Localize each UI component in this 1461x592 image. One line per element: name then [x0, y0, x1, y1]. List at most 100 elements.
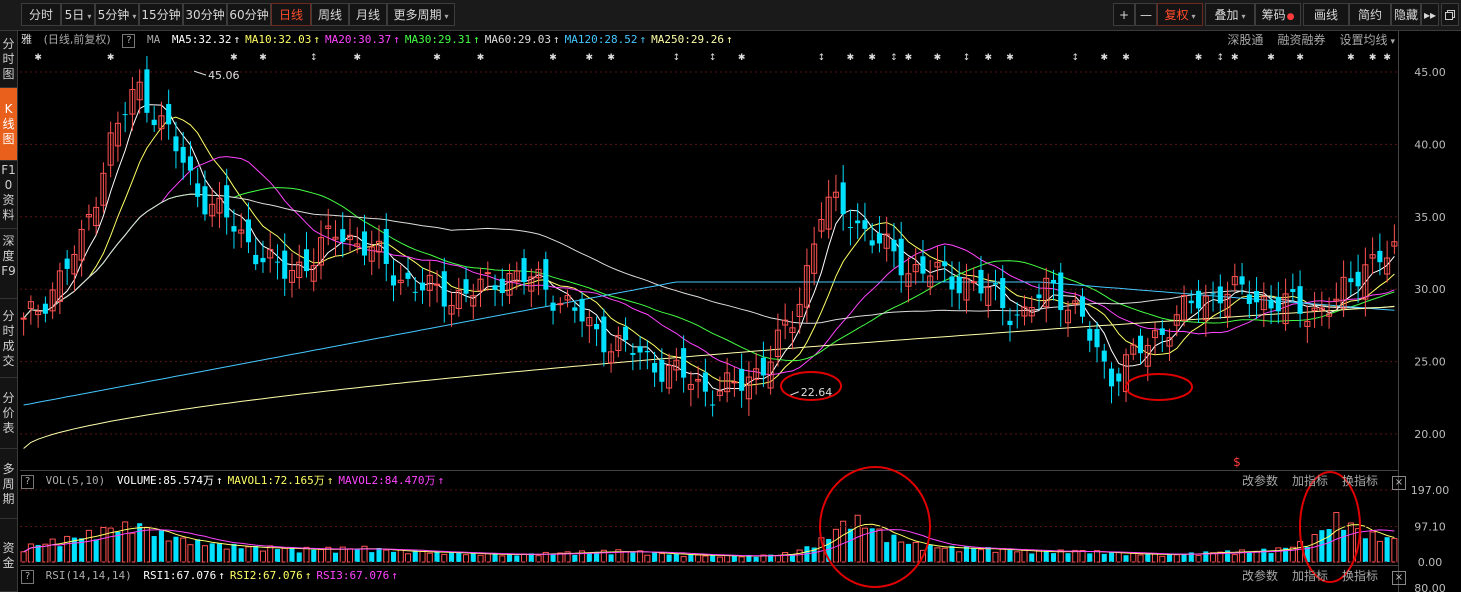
chart-canvas[interactable]: 45.00 40.00 35.00 30.00 25.00 20.00 ✱ ✱ ✱ ✱ ↕ ✱ ✱ ✱ ✱ ✱…	[0, 0, 1461, 592]
candle-body	[594, 323, 600, 330]
period-tab-9[interactable]: 更多周期 ▾	[387, 3, 455, 26]
sidebar-item-4[interactable]: 分时成交	[0, 299, 17, 378]
arrow-up-icon: ↑	[552, 33, 560, 46]
period-tab-7[interactable]: 周线	[311, 3, 349, 26]
candle-body	[42, 303, 48, 314]
indicator-number: 29.26	[690, 33, 724, 46]
restore-window-icon[interactable]	[1441, 3, 1459, 26]
candle-body	[623, 326, 629, 341]
candle-body	[187, 156, 193, 171]
volume-bar	[847, 528, 853, 562]
panel-link[interactable]: 加指标	[1292, 474, 1328, 488]
indicator-number: 30.37	[358, 33, 392, 46]
volume-bar	[796, 549, 803, 563]
help-icon[interactable]: ?	[122, 34, 136, 48]
volume-bar	[1093, 550, 1101, 563]
toolbar-button-7[interactable]: 隐藏	[1391, 3, 1421, 26]
volume-links: 改参数 加指标 换指标 ×	[1228, 472, 1406, 490]
chevron-down-icon: ▾	[1191, 12, 1196, 21]
sidebar-item-6[interactable]: 多周期	[0, 449, 17, 519]
candle-body	[956, 276, 962, 294]
candle-body	[644, 350, 650, 353]
volume-bar	[630, 552, 636, 562]
event-marker-icon: ✱	[1383, 53, 1391, 63]
price-axis-label: 30.00	[1414, 283, 1446, 296]
indicator-value: MA5:32.32 ↑	[172, 33, 240, 46]
volume-bar	[296, 552, 302, 562]
vol-help-icon[interactable]: ?	[21, 475, 34, 489]
candle-body	[433, 283, 441, 286]
period-tab-0[interactable]: 分时	[21, 3, 61, 26]
more-arrow-icon[interactable]: ▸▸	[1421, 3, 1439, 26]
candle-body	[173, 136, 179, 152]
volume-bar	[173, 536, 179, 562]
period-tab-6[interactable]: 日线	[271, 3, 311, 26]
panel-link[interactable]: 改参数	[1242, 474, 1278, 488]
volume-bar	[1231, 554, 1238, 563]
candle-body	[572, 307, 578, 311]
volume-bar	[1159, 555, 1166, 563]
sidebar-item-3[interactable]: 深度F9	[0, 229, 17, 299]
panel-link[interactable]: 换指标	[1342, 569, 1378, 583]
panel-link[interactable]: 加指标	[1292, 569, 1328, 583]
volume-bar	[1333, 512, 1340, 563]
sidebar-item-7[interactable]: 资金	[0, 519, 17, 592]
toolbar-button-1[interactable]: —	[1135, 3, 1157, 26]
panel-link[interactable]: 换指标	[1342, 474, 1378, 488]
volume-bar	[187, 544, 194, 563]
candle-body	[151, 119, 157, 126]
indicator-value: MA120:28.52 ↑	[565, 33, 647, 46]
candle-body	[405, 272, 411, 279]
volume-bar	[245, 546, 252, 563]
volume-axis-label: 197.00	[1411, 484, 1450, 497]
toolbar-button-6[interactable]: 简约	[1349, 3, 1391, 26]
period-tab-4[interactable]: 30分钟	[183, 3, 227, 26]
rsi-help-icon[interactable]: ?	[21, 570, 34, 584]
toolbar-button-2[interactable]: 复权 ▾	[1157, 3, 1203, 26]
toolbar-button-label: +	[1118, 8, 1130, 22]
indicator-value: MA20:30.37 ↑	[325, 33, 400, 46]
candle-body	[579, 298, 585, 322]
panel-link[interactable]: 设置均线	[1339, 33, 1387, 47]
sidebar-item-0[interactable]: 分时图	[0, 31, 17, 88]
toolbar-button-label: 隐藏	[1393, 8, 1418, 22]
volume-bar	[514, 555, 520, 562]
volume-bar	[753, 556, 759, 562]
sidebar-item-1[interactable]: K线图	[0, 88, 17, 161]
event-marker-icon: ✱	[230, 53, 238, 63]
event-marker-icon: ✱	[1122, 53, 1130, 63]
close-icon[interactable]: ×	[1392, 476, 1406, 490]
separator: :	[378, 474, 385, 487]
candle-body	[1196, 290, 1202, 309]
candle-body	[1014, 314, 1020, 316]
period-tab-5[interactable]: 60分钟	[227, 3, 271, 26]
candle-body	[652, 362, 658, 373]
indicator-value: RSI3:67.076 ↑	[316, 569, 398, 582]
event-marker-icon: ↕	[709, 53, 717, 63]
toolbar-button-3[interactable]: 叠加 ▾	[1205, 3, 1255, 26]
volume-bar	[93, 539, 99, 562]
period-tab-2[interactable]: 5分钟 ▾	[95, 3, 139, 26]
event-marker-icon: ↕	[963, 53, 971, 63]
volume-bar	[1050, 553, 1057, 562]
indicator-name: MA30	[404, 33, 432, 46]
stock-name[interactable]: 雅	[21, 33, 32, 46]
period-tab-1[interactable]: 5日 ▾	[61, 3, 95, 26]
volume-bar	[963, 546, 970, 562]
period-tab-label: 5分钟	[97, 8, 130, 22]
sidebar-item-2[interactable]: F10资料	[0, 161, 17, 229]
period-tab-3[interactable]: 15分钟	[139, 3, 183, 26]
period-tab-8[interactable]: 月线	[349, 3, 387, 26]
sidebar-item-5[interactable]: 分价表	[0, 378, 17, 449]
volume-bar	[1181, 553, 1187, 562]
candle-body	[499, 278, 505, 294]
volume-bar	[231, 543, 237, 562]
panel-link[interactable]: 改参数	[1242, 569, 1278, 583]
toolbar-button-4[interactable]: 筹码●	[1255, 3, 1301, 26]
toolbar-button-5[interactable]: 画线	[1303, 3, 1349, 26]
panel-link[interactable]: 融资融券	[1277, 33, 1325, 47]
close-icon[interactable]: ×	[1392, 571, 1406, 585]
toolbar-button-0[interactable]: +	[1113, 3, 1135, 26]
event-marker-icon: ✱	[905, 53, 913, 63]
panel-link[interactable]: 深股通	[1227, 33, 1263, 47]
